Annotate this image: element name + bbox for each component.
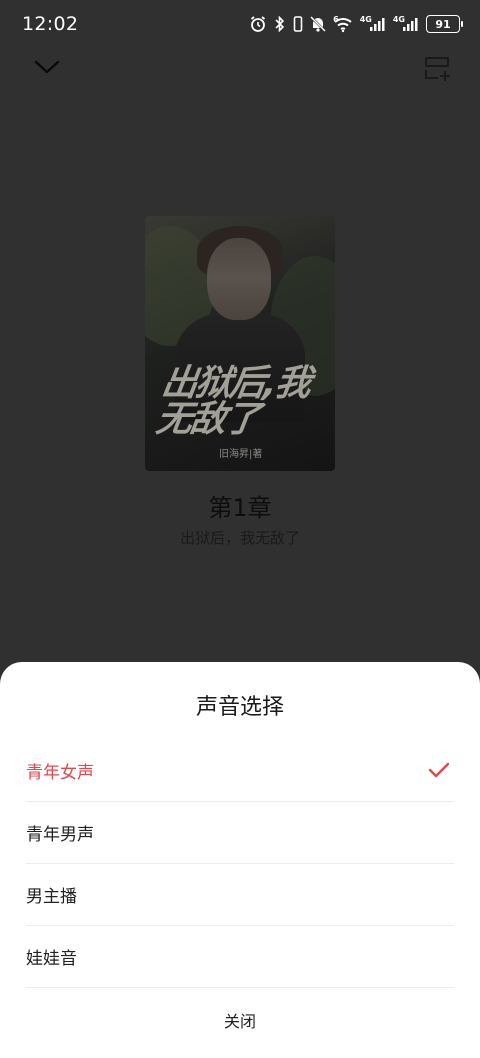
vibrate-icon: [293, 16, 303, 32]
collapse-button[interactable]: [30, 52, 64, 82]
voice-option[interactable]: 青年女声: [26, 740, 454, 802]
voice-option[interactable]: 男主播: [26, 864, 454, 926]
chapter-title: 第1章: [208, 494, 272, 522]
mute-icon: [310, 16, 327, 32]
voice-list: 青年女声 青年男声 男主播 娃娃音: [26, 740, 454, 988]
voice-option-label: 娃娃音: [26, 949, 77, 969]
check-icon: [428, 762, 450, 778]
book-cover: 出狱后,我无敌了 旧海昇|著: [145, 216, 335, 471]
cover-title: 出狱后,我无敌了: [153, 363, 313, 440]
sheet-title: 声音选择: [195, 695, 284, 720]
cover-author: 旧海昇|著: [219, 449, 263, 460]
voice-option[interactable]: 青年男声: [26, 802, 454, 864]
chevron-down-icon: [34, 60, 60, 74]
voice-option[interactable]: 娃娃音: [26, 926, 454, 988]
voice-option-label: 青年男声: [26, 825, 94, 845]
wifi-badge: 6: [333, 14, 339, 24]
voice-option-label: 青年女声: [26, 763, 94, 783]
book-name: 出狱后，我无敌了: [179, 529, 300, 547]
battery-icon: 91: [426, 15, 463, 33]
status-icons: 6 4G 4G 91: [249, 14, 463, 34]
network-label-a: 4G: [359, 14, 372, 24]
close-button[interactable]: 关闭: [0, 1008, 480, 1032]
alarm-icon: [251, 16, 266, 32]
status-bar: 12:02 6 4G 4G 91: [0, 0, 480, 48]
network-label-b: 4G: [392, 14, 405, 24]
voice-selection-sheet: 声音选择 青年女声 青年男声 男主播 娃娃音 关闭: [0, 662, 480, 1058]
add-to-list-button[interactable]: [422, 54, 454, 84]
voice-option-label: 男主播: [26, 887, 77, 907]
bluetooth-icon: [275, 15, 285, 33]
status-time: 12:02: [22, 13, 79, 35]
add-to-list-icon: [425, 57, 450, 81]
